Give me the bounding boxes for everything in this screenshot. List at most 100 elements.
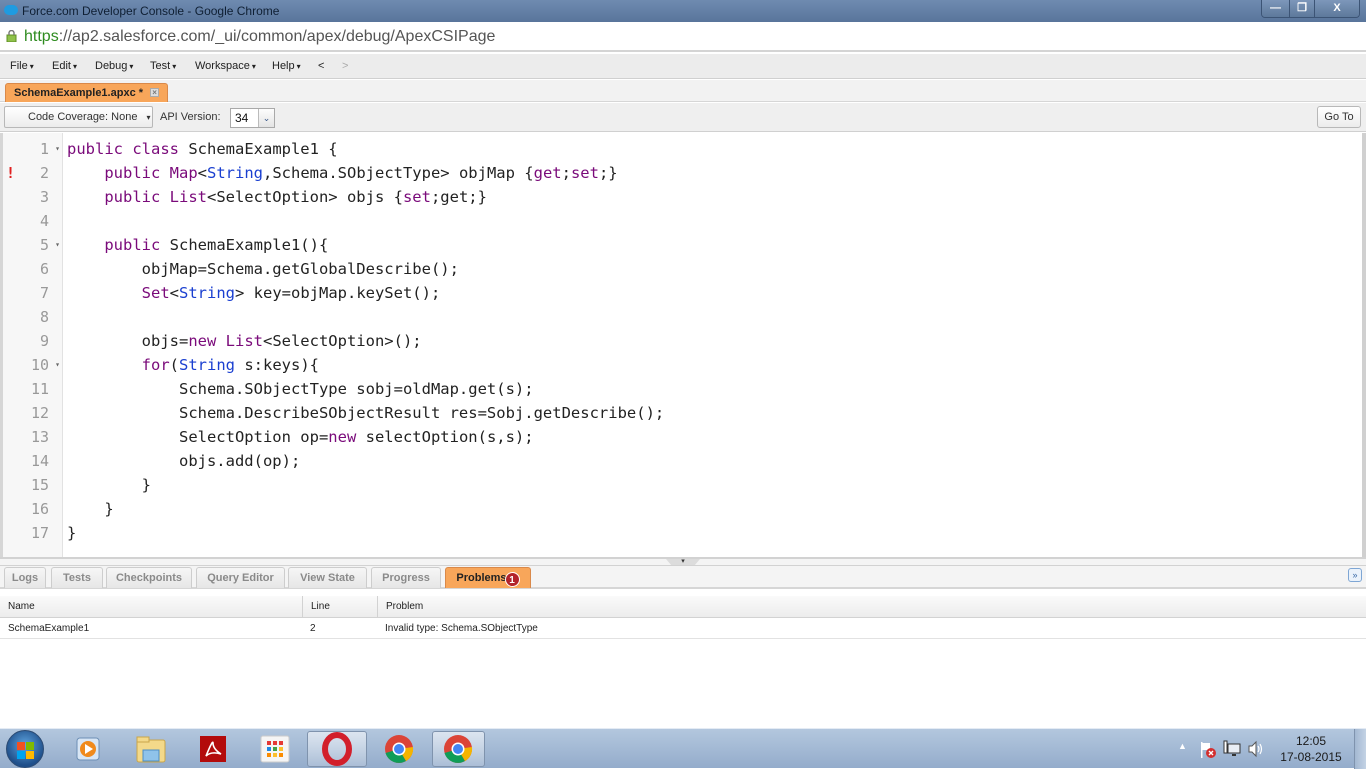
line-number: 15 [3, 473, 63, 497]
chrome-active-taskbar-button[interactable] [432, 731, 485, 767]
opera-taskbar-button[interactable] [307, 731, 367, 767]
clock-time: 12:05 [1295, 734, 1327, 748]
go-to-button[interactable]: Go To [1317, 106, 1361, 128]
chevron-down-icon: ▾ [146, 113, 151, 122]
line-number-text: 14 [30, 452, 49, 470]
collapse-panel-icon[interactable]: » [1348, 568, 1362, 582]
tab-view-state[interactable]: View State [288, 567, 367, 588]
editor-scrollbar[interactable] [1362, 133, 1366, 557]
address-bar[interactable]: https://ap2.salesforce.com/_ui/common/ap… [0, 22, 1366, 52]
code-line[interactable]: objs=new List<SelectOption>(); [67, 329, 664, 353]
tab-logs[interactable]: Logs [4, 567, 46, 588]
keyword-token: set [402, 188, 431, 206]
code-line[interactable] [67, 209, 664, 233]
code-line[interactable]: Schema.SObjectType sobj=oldMap.get(s); [67, 377, 664, 401]
network-icon[interactable] [1223, 740, 1241, 758]
tab-problems[interactable]: Problems 1 [445, 567, 531, 588]
tab-progress[interactable]: Progress [371, 567, 441, 588]
code-line[interactable]: public List<SelectOption> objs {set;get;… [67, 185, 664, 209]
chevron-down-icon: ▾ [172, 62, 177, 71]
url-text[interactable]: https://ap2.salesforce.com/_ui/common/ap… [24, 28, 495, 46]
close-tab-icon[interactable]: × [150, 88, 160, 97]
code-token: Schema.DescribeSObjectResult res=Sobj.ge… [67, 404, 665, 422]
error-marker-icon[interactable]: ! [6, 161, 15, 185]
code-line[interactable]: objs.add(op); [67, 449, 664, 473]
code-line[interactable]: public Map<String,Schema.SObjectType> ob… [67, 161, 664, 185]
table-row[interactable]: SchemaExample1 2 Invalid type: Schema.SO… [0, 618, 1366, 639]
code-coverage-dropdown[interactable]: Code Coverage: None ▾ [4, 106, 153, 128]
line-number: 5 ▾ [3, 233, 63, 257]
start-button[interactable] [6, 730, 44, 768]
panel-splitter[interactable]: ▾ [0, 557, 1366, 566]
keyword-token: public List [104, 188, 207, 206]
code-line[interactable]: public SchemaExample1(){ [67, 233, 664, 257]
code-line[interactable] [67, 305, 664, 329]
line-number: 14 [3, 449, 63, 473]
apps-launcher-icon[interactable] [260, 731, 290, 767]
keyword-token: get [533, 164, 562, 182]
code-token: objs= [67, 332, 189, 350]
code-token: < [197, 164, 207, 182]
line-number-text: 9 [39, 332, 49, 350]
file-tab-schemaexample1[interactable]: SchemaExample1.apxc * × [5, 83, 169, 102]
chevron-down-icon: ▾ [296, 62, 301, 71]
code-line[interactable]: for(String s:keys){ [67, 353, 664, 377]
menu-edit[interactable]: Edit ▾ [52, 60, 77, 72]
column-header-problem[interactable]: Problem [377, 596, 1366, 617]
media-player-icon[interactable] [72, 731, 106, 767]
code-token: objs.add(op); [67, 452, 301, 470]
code-editor[interactable]: 1 ▾! 2 3 4 5 ▾ 6 7 8 9 10 ▾ 11 12 13 14 15 16 17 public cla… [0, 133, 1366, 557]
tab-tests[interactable]: Tests [51, 567, 103, 588]
code-line[interactable]: } [67, 473, 664, 497]
keyword-token: Set [141, 284, 170, 302]
menu-debug[interactable]: Debug ▾ [95, 60, 133, 72]
keyword-token: for [141, 356, 170, 374]
fold-toggle-icon[interactable]: ▾ [55, 137, 60, 161]
menu-file[interactable]: File ▾ [10, 60, 34, 72]
problems-table: Name Line Problem SchemaExample1 2 Inval… [0, 596, 1366, 639]
menu-workspace[interactable]: Workspace ▾ [195, 60, 256, 72]
tray-expand-icon[interactable]: ▲ [1178, 741, 1187, 751]
tab-query-editor[interactable]: Query Editor [196, 567, 285, 588]
line-number-text: 16 [30, 500, 49, 518]
code-line[interactable]: } [67, 521, 664, 545]
code-line[interactable]: objMap=Schema.getGlobalDescribe(); [67, 257, 664, 281]
fold-toggle-icon[interactable]: ▾ [55, 353, 60, 377]
fold-toggle-icon[interactable]: ▾ [55, 233, 60, 257]
volume-icon[interactable] [1247, 740, 1265, 758]
restore-button[interactable]: ❐ [1289, 0, 1314, 17]
adobe-reader-icon[interactable] [198, 731, 228, 767]
splitter-handle-icon[interactable]: ▾ [666, 559, 700, 565]
line-number-text: 8 [39, 308, 49, 326]
chevron-down-icon[interactable]: ⌄ [258, 109, 274, 127]
code-line[interactable]: Schema.DescribeSObjectResult res=Sobj.ge… [67, 401, 664, 425]
nav-forward-button[interactable]: > [342, 60, 348, 72]
menu-test[interactable]: Test ▾ [150, 60, 176, 72]
column-header-name[interactable]: Name [0, 596, 302, 617]
code-line[interactable]: } [67, 497, 664, 521]
opera-icon [322, 732, 352, 766]
action-center-flag-icon[interactable] [1199, 741, 1217, 759]
show-desktop-button[interactable] [1354, 729, 1366, 769]
code-area[interactable]: public class SchemaExample1 { public Map… [67, 137, 664, 545]
line-number: 1 ▾ [3, 137, 63, 161]
close-button[interactable]: X [1314, 0, 1359, 17]
line-number: 13 [3, 425, 63, 449]
code-line[interactable]: public class SchemaExample1 { [67, 137, 664, 161]
line-number: 3 [3, 185, 63, 209]
api-version-select[interactable]: 34 ⌄ [230, 108, 275, 128]
file-explorer-icon[interactable] [133, 731, 169, 767]
chevron-down-icon: ▾ [29, 62, 34, 71]
nav-back-button[interactable]: < [318, 60, 324, 72]
code-line[interactable]: SelectOption op=new selectOption(s,s); [67, 425, 664, 449]
line-number: 6 [3, 257, 63, 281]
column-header-line[interactable]: Line [302, 596, 377, 617]
code-line[interactable]: Set<String> key=objMap.keySet(); [67, 281, 664, 305]
minimize-button[interactable]: — [1262, 0, 1289, 17]
menu-help[interactable]: Help ▾ [272, 60, 301, 72]
system-clock[interactable]: 12:05 17-08-2015 [1277, 733, 1345, 765]
problem-description: Invalid type: Schema.SObjectType [385, 623, 538, 634]
tab-checkpoints[interactable]: Checkpoints [106, 567, 192, 588]
chrome-icon[interactable] [381, 731, 417, 767]
